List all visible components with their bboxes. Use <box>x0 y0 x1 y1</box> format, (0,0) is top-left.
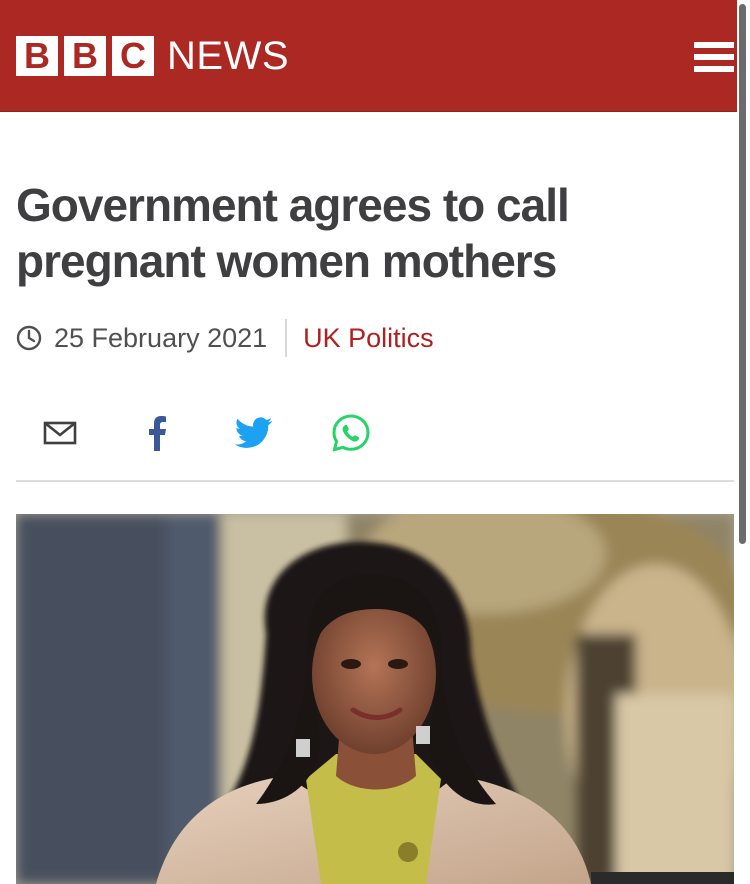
article-photo <box>16 514 734 884</box>
share-email-button[interactable] <box>32 405 88 461</box>
section-divider <box>16 480 734 482</box>
share-whatsapp-button[interactable] <box>323 405 379 461</box>
hamburger-menu-icon[interactable] <box>690 38 734 74</box>
whatsapp-icon <box>332 414 370 452</box>
bbc-logo[interactable]: B B C <box>16 36 154 76</box>
email-icon <box>43 421 77 445</box>
bbc-logo-block-b2: B <box>64 36 106 76</box>
woman-portrait-photo <box>16 514 734 884</box>
article-headline: Government agrees to call pregnant women… <box>16 179 570 287</box>
twitter-icon <box>235 417 273 448</box>
news-wordmark[interactable]: NEWS <box>167 34 289 78</box>
meta-divider <box>285 319 288 357</box>
bbc-logo-block-c: C <box>112 36 154 76</box>
share-facebook-button[interactable] <box>129 405 185 461</box>
clock-icon <box>16 325 42 351</box>
facebook-icon <box>149 416 166 451</box>
bbc-logo-block-b1: B <box>16 36 58 76</box>
scrollbar-thumb[interactable] <box>739 4 746 544</box>
share-twitter-button[interactable] <box>226 405 282 461</box>
masthead: B B C NEWS <box>0 0 750 112</box>
publish-date: 25 February 2021 <box>54 323 268 353</box>
article-meta: 25 February 2021 UK Politics <box>16 318 434 358</box>
category-link[interactable]: UK Politics <box>303 318 434 358</box>
